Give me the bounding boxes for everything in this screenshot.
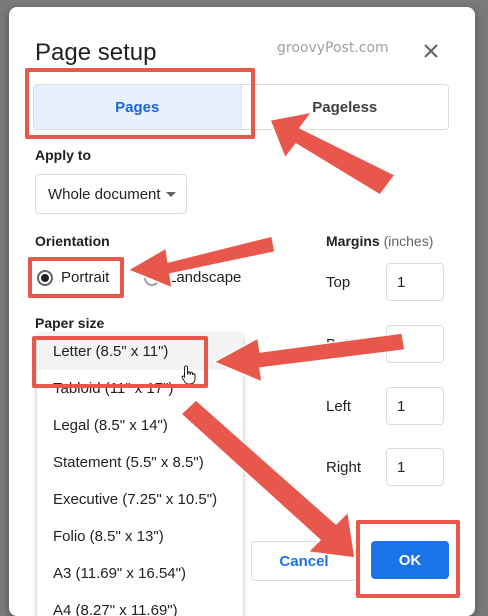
orientation-portrait[interactable]: Portrait [37, 269, 109, 286]
margin-left-label: Left [326, 398, 352, 415]
apply-to-value: Whole document [48, 185, 161, 203]
page-mode-toggle: Pages Pageless [33, 84, 449, 130]
watermark: groovyPost.com [277, 40, 389, 56]
close-icon [424, 44, 438, 58]
ok-button[interactable]: OK [371, 541, 449, 579]
hand-cursor-icon [181, 365, 196, 385]
radio-checked-icon [37, 269, 53, 286]
margin-bottom-input[interactable] [386, 325, 444, 363]
paper-option-legal[interactable]: Legal (8.5" x 14") [37, 407, 243, 444]
margin-bottom-label: Bottom [326, 336, 374, 353]
margin-left-input[interactable]: 1 [386, 387, 444, 425]
apply-to-label: Apply to [35, 147, 91, 163]
paper-option-folio[interactable]: Folio (8.5" x 13") [37, 518, 243, 555]
paper-option-executive[interactable]: Executive (7.25" x 10.5") [37, 481, 243, 518]
portrait-label: Portrait [61, 269, 110, 286]
dialog-title: Page setup [35, 39, 157, 66]
apply-to-select[interactable]: Whole document [35, 174, 187, 214]
paper-option-letter[interactable]: Letter (8.5" x 11") [37, 333, 243, 370]
orientation-label: Orientation [35, 233, 110, 249]
margin-right-input[interactable]: 1 [386, 448, 444, 486]
landscape-label: Landscape [168, 269, 242, 286]
paper-size-dropdown: Letter (8.5" x 11") Tabloid (11" x 17") … [37, 333, 243, 616]
margin-top-input[interactable]: 1 [386, 263, 444, 301]
paper-option-a3[interactable]: A3 (11.69" x 16.54") [37, 555, 243, 592]
caret-down-icon [166, 192, 176, 197]
close-button[interactable] [419, 39, 443, 63]
page-setup-dialog: Page setup groovyPost.com Pages Pageless… [9, 7, 475, 616]
tab-pageless[interactable]: Pageless [242, 85, 449, 129]
paper-option-statement[interactable]: Statement (5.5" x 8.5") [37, 444, 243, 481]
cancel-button[interactable]: Cancel [251, 541, 357, 581]
paper-size-label: Paper size [35, 315, 105, 331]
margin-top-label: Top [326, 274, 351, 291]
paper-option-a4[interactable]: A4 (8.27" x 11.69") [37, 592, 243, 616]
margins-title: Margins [326, 233, 380, 249]
margins-label: Margins (inches) [326, 233, 433, 249]
margin-right-label: Right [326, 459, 362, 476]
paper-option-tabloid[interactable]: Tabloid (11" x 17") [37, 370, 243, 407]
orientation-landscape[interactable]: Landscape [144, 269, 241, 286]
tab-pages[interactable]: Pages [34, 85, 242, 129]
margins-unit: (inches) [383, 233, 434, 249]
radio-unchecked-icon [144, 269, 160, 286]
